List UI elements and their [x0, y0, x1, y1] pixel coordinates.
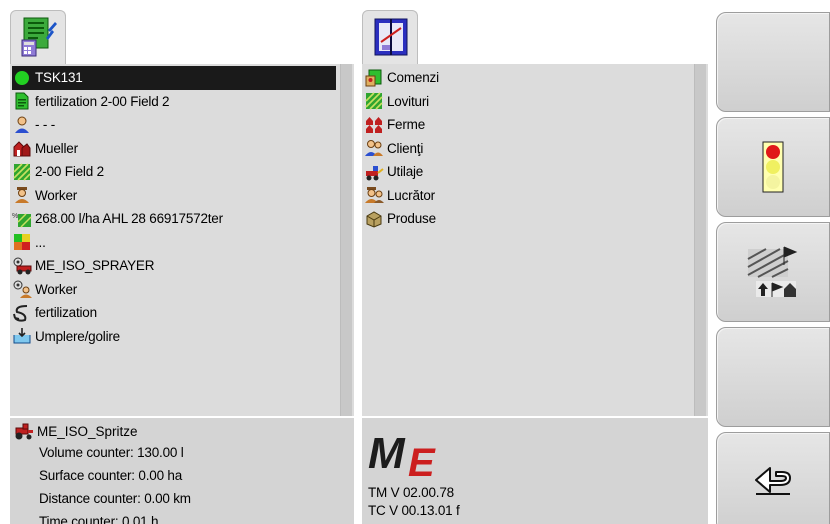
task-row-operation[interactable]: fertilization — [12, 301, 336, 325]
farms-icon — [364, 116, 384, 134]
library-panel: Comenzi Loviturі Ferme Clienţi Utilaje L… — [362, 64, 708, 416]
softkey-map-import[interactable] — [716, 222, 830, 322]
task-row-label: ME_ISO_SPRAYER — [35, 258, 155, 274]
fill-empty-icon — [12, 327, 32, 345]
volume-counter: Volume counter: 130.00 l — [39, 445, 184, 460]
worker-machine-icon — [12, 280, 32, 299]
machine-icon — [12, 257, 32, 275]
status-green-dot-icon — [12, 69, 32, 87]
library-panel-scrollbar[interactable] — [694, 64, 706, 416]
svg-text:M: M — [368, 429, 406, 478]
task-row-id[interactable]: TSK131 — [12, 66, 336, 90]
library-item-label: Produse — [387, 211, 436, 227]
task-row-label: TSK131 — [35, 70, 83, 86]
machine-name: ME_ISO_Spritze — [37, 423, 138, 439]
tm-version: TM V 02.00.78 — [368, 485, 454, 500]
map-import-icon — [747, 246, 798, 297]
tab-library[interactable] — [362, 10, 418, 64]
task-details-panel: TSK131 fertilization 2-00 Field 2 - - - … — [10, 64, 354, 416]
distance-counter: Distance counter: 0.00 km — [39, 491, 191, 506]
library-item-fields[interactable]: Loviturі — [364, 90, 690, 114]
softkey-1-empty[interactable] — [716, 12, 830, 112]
library-item-workers[interactable]: Lucrător — [364, 184, 690, 208]
task-row-fill-empty[interactable]: Umplere/golire — [12, 325, 336, 349]
library-item-label: Loviturі — [387, 93, 429, 109]
library-item-customers[interactable]: Clienţi — [364, 137, 690, 161]
task-row-worker[interactable]: Worker — [12, 184, 336, 208]
svg-text:E: E — [408, 441, 436, 478]
farm-icon — [12, 139, 32, 157]
softkey-4-empty[interactable] — [716, 327, 830, 427]
workers-icon — [364, 186, 384, 204]
library-item-label: Lucrător — [387, 187, 435, 203]
task-row-label: - - - — [35, 117, 55, 133]
task-details-list: TSK131 fertilization 2-00 Field 2 - - - … — [12, 66, 336, 348]
product-rate-icon: % — [12, 210, 32, 228]
application-map-icon — [12, 233, 32, 251]
time-counter: Time counter: 0.01 h — [39, 514, 159, 524]
softkey-bar — [712, 0, 830, 524]
svg-text:%: % — [12, 213, 18, 220]
library-item-label: Utilaje — [387, 164, 424, 180]
person-icon — [12, 116, 32, 134]
worker-icon — [12, 186, 32, 204]
field-icon — [12, 163, 32, 181]
task-document-icon — [21, 17, 57, 57]
task-row-label: Worker — [35, 187, 78, 203]
tab-task-data[interactable] — [10, 10, 66, 64]
orders-icon — [364, 69, 384, 87]
library-item-orders[interactable]: Comenzi — [364, 66, 690, 90]
task-row-label: 268.00 l/ha AHL 28 66917572ter — [35, 211, 223, 227]
task-row-label: ... — [35, 234, 46, 250]
library-list: Comenzi Loviturі Ferme Clienţi Utilaje L… — [364, 66, 690, 231]
machine-title: ME_ISO_Spritze — [14, 422, 138, 440]
task-row-label: Mueller — [35, 140, 78, 156]
softkey-traffic-light[interactable] — [716, 117, 830, 217]
surface-counter: Surface counter: 0.00 ha — [39, 468, 183, 483]
customers-icon — [364, 139, 384, 157]
library-book-icon — [374, 18, 408, 56]
task-row-product[interactable]: % 268.00 l/ha AHL 28 66917572ter — [12, 207, 336, 231]
task-row-farm[interactable]: Mueller — [12, 137, 336, 161]
task-row-field[interactable]: 2-00 Field 2 — [12, 160, 336, 184]
fields-icon — [364, 92, 384, 110]
products-icon — [364, 210, 384, 228]
me-logo: M E — [368, 426, 454, 485]
task-row-label: Umplere/golire — [35, 328, 120, 344]
version-panel: M E TM V 02.00.78 TC V 00.13.01 f — [362, 418, 708, 524]
softkey-back[interactable] — [716, 432, 830, 524]
task-row-machine[interactable]: ME_ISO_SPRAYER — [12, 254, 336, 278]
library-item-machines[interactable]: Utilaje — [364, 160, 690, 184]
task-row-application-map[interactable]: ... — [12, 231, 336, 255]
task-row-label: 2-00 Field 2 — [35, 164, 104, 180]
task-row-label: fertilization 2-00 Field 2 — [35, 93, 170, 109]
task-row-name[interactable]: fertilization 2-00 Field 2 — [12, 90, 336, 114]
library-item-farms[interactable]: Ferme — [364, 113, 690, 137]
task-row-customer[interactable]: - - - — [12, 113, 336, 137]
task-row-label: fertilization — [35, 305, 97, 321]
back-arrow-icon — [755, 467, 791, 495]
task-panel-scrollbar[interactable] — [340, 64, 352, 416]
tc-version: TC V 00.13.01 f — [368, 503, 460, 518]
library-item-label: Comenzi — [387, 70, 439, 86]
document-icon — [12, 92, 32, 110]
library-item-label: Ferme — [387, 117, 426, 133]
header-strip — [0, 0, 712, 64]
tractor-icon — [14, 422, 34, 440]
machines-icon — [364, 163, 384, 181]
task-row-label: Worker — [35, 281, 78, 297]
library-item-label: Clienţi — [387, 140, 424, 156]
task-row-machine-worker[interactable]: Worker — [12, 278, 336, 302]
traffic-light-icon — [762, 141, 784, 193]
operation-icon — [12, 304, 32, 322]
library-item-products[interactable]: Produse — [364, 207, 690, 231]
task-controller-screen: TSK131 fertilization 2-00 Field 2 - - - … — [0, 0, 830, 524]
machine-counters-panel: ME_ISO_Spritze Volume counter: 130.00 l … — [10, 418, 354, 524]
